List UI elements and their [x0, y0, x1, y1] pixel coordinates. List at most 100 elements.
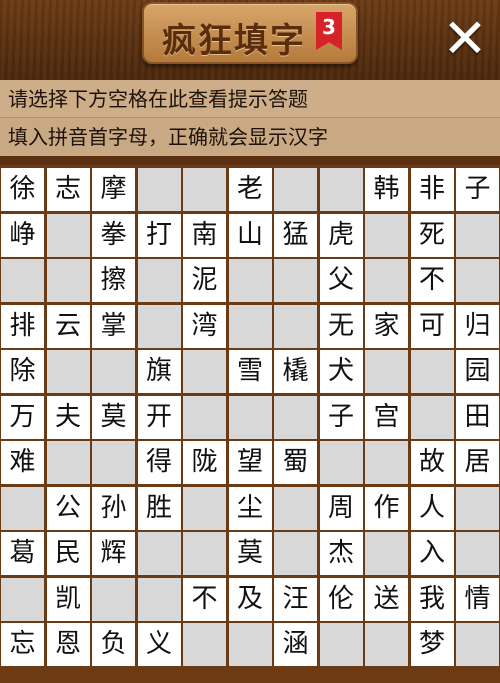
blank-cell	[92, 441, 135, 484]
blank-cell	[183, 350, 226, 393]
letter-cell[interactable]: 除	[1, 350, 44, 393]
letter-cell[interactable]: 故	[410, 441, 454, 484]
letter-cell[interactable]: 入	[410, 532, 454, 575]
letter-cell[interactable]: 排	[1, 304, 44, 348]
letter-cell[interactable]: 莫	[92, 395, 135, 439]
letter-cell[interactable]: 得	[137, 441, 181, 484]
letter-cell[interactable]: 杰	[319, 532, 363, 575]
blank-cell	[92, 577, 135, 621]
letter-cell[interactable]: 夫	[46, 395, 90, 439]
letter-cell[interactable]: 涵	[274, 623, 317, 666]
letter-cell[interactable]: 胜	[137, 486, 181, 530]
letter-cell[interactable]: 居	[456, 441, 499, 484]
letter-cell[interactable]: 南	[183, 213, 226, 257]
letter-cell[interactable]: 旗	[137, 350, 181, 393]
letter-cell[interactable]: 徐	[1, 168, 44, 211]
letter-cell[interactable]: 雪	[228, 350, 272, 393]
letter-cell[interactable]: 莫	[228, 532, 272, 575]
letter-cell[interactable]: 子	[319, 395, 363, 439]
blank-cell	[365, 532, 408, 575]
letter-cell[interactable]: 人	[410, 486, 454, 530]
blank-cell	[183, 395, 226, 439]
letter-cell[interactable]: 山	[228, 213, 272, 257]
letter-cell[interactable]: 辉	[92, 532, 135, 575]
letter-cell[interactable]: 父	[319, 259, 363, 302]
letter-cell[interactable]: 我	[410, 577, 454, 621]
letter-cell[interactable]: 归	[456, 304, 499, 348]
letter-cell[interactable]: 凯	[46, 577, 90, 621]
letter-cell[interactable]: 望	[228, 441, 272, 484]
crossword-grid: 徐志摩老韩非子峥拳打南山猛虎死擦泥父不排云掌湾无家可归除旗雪橇犬园万夫莫开子宫田…	[1, 168, 499, 666]
letter-cell[interactable]: 伦	[319, 577, 363, 621]
letter-cell[interactable]: 虎	[319, 213, 363, 257]
letter-cell[interactable]: 峥	[1, 213, 44, 257]
letter-cell[interactable]: 橇	[274, 350, 317, 393]
letter-cell[interactable]: 韩	[365, 168, 408, 211]
letter-cell[interactable]: 作	[365, 486, 408, 530]
blank-cell	[274, 395, 317, 439]
letter-cell[interactable]: 可	[410, 304, 454, 348]
letter-cell[interactable]: 猛	[274, 213, 317, 257]
blank-cell	[456, 213, 499, 257]
letter-cell[interactable]: 梦	[410, 623, 454, 666]
letter-cell[interactable]: 云	[46, 304, 90, 348]
letter-cell[interactable]: 田	[456, 395, 499, 439]
blank-cell	[410, 395, 454, 439]
letter-cell[interactable]: 忘	[1, 623, 44, 666]
blank-cell	[365, 213, 408, 257]
letter-cell[interactable]: 民	[46, 532, 90, 575]
letter-cell[interactable]: 周	[319, 486, 363, 530]
letter-cell[interactable]: 家	[365, 304, 408, 348]
letter-cell[interactable]: 葛	[1, 532, 44, 575]
letter-cell[interactable]: 湾	[183, 304, 226, 348]
blank-cell	[456, 532, 499, 575]
letter-cell[interactable]: 宫	[365, 395, 408, 439]
blank-cell	[319, 623, 363, 666]
letter-cell[interactable]: 难	[1, 441, 44, 484]
letter-cell[interactable]: 园	[456, 350, 499, 393]
letter-cell[interactable]: 拳	[92, 213, 135, 257]
letter-cell[interactable]: 义	[137, 623, 181, 666]
blank-cell	[137, 532, 181, 575]
letter-cell[interactable]: 尘	[228, 486, 272, 530]
letter-cell[interactable]: 及	[228, 577, 272, 621]
blank-cell	[319, 168, 363, 211]
letter-cell[interactable]: 公	[46, 486, 90, 530]
letter-cell[interactable]: 志	[46, 168, 90, 211]
letter-cell[interactable]: 泥	[183, 259, 226, 302]
letter-cell[interactable]: 负	[92, 623, 135, 666]
letter-cell[interactable]: 蜀	[274, 441, 317, 484]
close-icon[interactable]: ✕	[440, 12, 490, 66]
blank-cell	[274, 168, 317, 211]
crossword-game-screen: 疯狂填字 3 ✕ 请选择下方空格在此查看提示答题 填入拼音首字母，正确就会显示汉…	[0, 0, 500, 683]
letter-cell[interactable]: 不	[410, 259, 454, 302]
letter-cell[interactable]: 死	[410, 213, 454, 257]
blank-cell	[183, 486, 226, 530]
blank-cell	[274, 486, 317, 530]
letter-cell[interactable]: 犬	[319, 350, 363, 393]
letter-cell[interactable]: 陇	[183, 441, 226, 484]
letter-cell[interactable]: 摩	[92, 168, 135, 211]
blank-cell	[183, 168, 226, 211]
letter-cell[interactable]: 擦	[92, 259, 135, 302]
blank-cell	[1, 486, 44, 530]
letter-cell[interactable]: 非	[410, 168, 454, 211]
letter-cell[interactable]: 老	[228, 168, 272, 211]
level-badge: 3	[316, 12, 342, 50]
letter-cell[interactable]: 掌	[92, 304, 135, 348]
letter-cell[interactable]: 情	[456, 577, 499, 621]
letter-cell[interactable]: 开	[137, 395, 181, 439]
letter-cell[interactable]: 万	[1, 395, 44, 439]
blank-cell	[456, 486, 499, 530]
letter-cell[interactable]: 孙	[92, 486, 135, 530]
letter-cell[interactable]: 送	[365, 577, 408, 621]
letter-cell[interactable]: 无	[319, 304, 363, 348]
letter-cell[interactable]: 不	[183, 577, 226, 621]
letter-cell[interactable]: 子	[456, 168, 499, 211]
blank-cell	[46, 350, 90, 393]
blank-cell	[410, 350, 454, 393]
hint-line-2: 填入拼音首字母，正确就会显示汉字	[0, 118, 500, 156]
letter-cell[interactable]: 恩	[46, 623, 90, 666]
letter-cell[interactable]: 汪	[274, 577, 317, 621]
letter-cell[interactable]: 打	[137, 213, 181, 257]
